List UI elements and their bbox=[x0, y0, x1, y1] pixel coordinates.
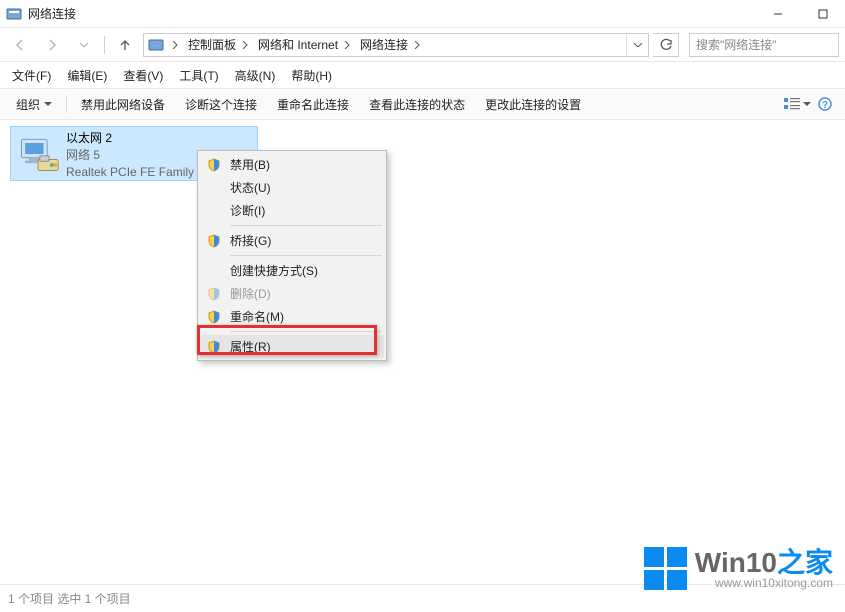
maximize-button[interactable] bbox=[800, 0, 845, 28]
organize-button[interactable]: 组织 bbox=[6, 92, 62, 117]
chevron-right-icon[interactable] bbox=[238, 34, 252, 56]
ctx-separator bbox=[230, 331, 382, 332]
adapter-status: 网络 5 bbox=[66, 147, 194, 164]
menu-view[interactable]: 查看(V) bbox=[115, 64, 171, 87]
watermark: Win10之家 www.win10xitong.com bbox=[644, 547, 833, 590]
menu-edit[interactable]: 编辑(E) bbox=[59, 64, 115, 87]
toolbar-action[interactable]: 更改此连接的设置 bbox=[475, 92, 591, 117]
chevron-right-icon[interactable] bbox=[340, 34, 354, 56]
ctx-create-shortcut[interactable]: 创建快捷方式(S) bbox=[200, 259, 384, 282]
chevron-right-icon[interactable] bbox=[168, 34, 182, 56]
forward-button[interactable] bbox=[38, 32, 66, 58]
search-input[interactable]: 搜索"网络连接" bbox=[689, 33, 839, 57]
toolbar-action[interactable]: 重命名此连接 bbox=[267, 92, 359, 117]
view-options-button[interactable] bbox=[783, 92, 811, 116]
toolbar-action[interactable]: 诊断这个连接 bbox=[175, 92, 267, 117]
ctx-bridge[interactable]: 桥接(G) bbox=[200, 229, 384, 252]
recent-dropdown[interactable] bbox=[70, 32, 98, 58]
minimize-button[interactable] bbox=[755, 0, 800, 28]
ctx-rename[interactable]: 重命名(M) bbox=[200, 305, 384, 328]
window-title: 网络连接 bbox=[28, 5, 76, 22]
location-bar[interactable]: 控制面板 网络和 Internet 网络连接 bbox=[143, 33, 649, 57]
ctx-properties[interactable]: 属性(R) bbox=[200, 335, 384, 358]
adapter-icon bbox=[14, 130, 62, 178]
content-area[interactable]: 以太网 2 网络 5 Realtek PCIe FE Family bbox=[0, 120, 845, 584]
svg-text:?: ? bbox=[822, 100, 828, 111]
organize-label: 组织 bbox=[16, 96, 40, 113]
shield-icon bbox=[207, 158, 221, 172]
menu-advanced[interactable]: 高级(N) bbox=[227, 64, 284, 87]
breadcrumb-item[interactable]: 控制面板 bbox=[182, 34, 238, 56]
navbar: 控制面板 网络和 Internet 网络连接 搜索"网络连接" bbox=[0, 28, 845, 62]
menubar: 文件(F) 编辑(E) 查看(V) 工具(T) 高级(N) 帮助(H) bbox=[0, 62, 845, 88]
status-text: 1 个项目 选中 1 个项目 bbox=[8, 590, 131, 607]
breadcrumb-item[interactable]: 网络连接 bbox=[354, 34, 410, 56]
refresh-button[interactable] bbox=[653, 33, 679, 57]
toolbar: 组织 禁用此网络设备 诊断这个连接 重命名此连接 查看此连接的状态 更改此连接的… bbox=[0, 88, 845, 120]
breadcrumb-item[interactable]: 网络和 Internet bbox=[252, 34, 340, 56]
location-icon bbox=[148, 37, 164, 53]
adapter-name: 以太网 2 bbox=[66, 130, 194, 147]
watermark-title: Win10之家 bbox=[695, 548, 833, 577]
ctx-status[interactable]: 状态(U) bbox=[200, 176, 384, 199]
ctx-delete: 删除(D) bbox=[200, 282, 384, 305]
app-icon bbox=[6, 6, 22, 22]
context-menu: 禁用(B) 状态(U) 诊断(I) 桥接(G) 创建快捷方式(S) 删除(D) … bbox=[197, 150, 387, 361]
ctx-disable[interactable]: 禁用(B) bbox=[200, 153, 384, 176]
ctx-separator bbox=[230, 255, 382, 256]
up-button[interactable] bbox=[111, 32, 139, 58]
titlebar: 网络连接 bbox=[0, 0, 845, 28]
ctx-diagnose[interactable]: 诊断(I) bbox=[200, 199, 384, 222]
chevron-right-icon[interactable] bbox=[410, 34, 424, 56]
adapter-device: Realtek PCIe FE Family bbox=[66, 164, 194, 181]
location-dropdown[interactable] bbox=[626, 34, 648, 56]
window-controls bbox=[755, 0, 845, 27]
back-button[interactable] bbox=[6, 32, 34, 58]
toolbar-action[interactable]: 查看此连接的状态 bbox=[359, 92, 475, 117]
shield-icon bbox=[207, 310, 221, 324]
menu-tools[interactable]: 工具(T) bbox=[171, 64, 226, 87]
shield-icon bbox=[207, 340, 221, 354]
search-placeholder: 搜索"网络连接" bbox=[696, 36, 777, 53]
ctx-separator bbox=[230, 225, 382, 226]
shield-icon bbox=[207, 287, 221, 301]
menu-help[interactable]: 帮助(H) bbox=[283, 64, 340, 87]
shield-icon bbox=[207, 234, 221, 248]
toolbar-action[interactable]: 禁用此网络设备 bbox=[71, 92, 175, 117]
windows-logo-icon bbox=[644, 547, 687, 590]
chevron-down-icon bbox=[44, 102, 52, 106]
help-button[interactable]: ? bbox=[811, 92, 839, 116]
watermark-url: www.win10xitong.com bbox=[695, 577, 833, 590]
menu-file[interactable]: 文件(F) bbox=[4, 64, 59, 87]
